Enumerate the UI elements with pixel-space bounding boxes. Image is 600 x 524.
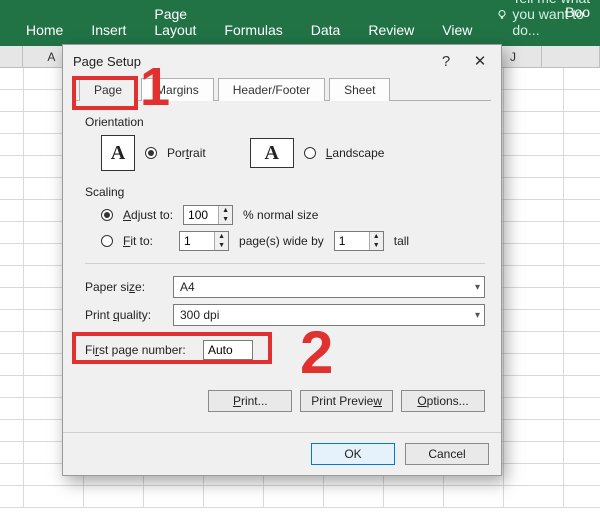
tab-headerfooter[interactable]: Header/Footer [218, 78, 325, 101]
fit-mid-label: page(s) wide by [239, 234, 324, 248]
tab-panel-page: Orientation A Portrait A Landscape Scali… [73, 100, 491, 418]
ribbon-tab-data[interactable]: Data [297, 16, 355, 46]
fit-tall-input[interactable] [335, 232, 369, 250]
fit-to-label: Fit to: [123, 234, 153, 248]
first-page-label: First page number: [85, 343, 195, 357]
portrait-icon: A [101, 135, 135, 171]
ribbon-tab-review[interactable]: Review [354, 16, 428, 46]
tab-page[interactable]: Page [79, 78, 137, 101]
scaling-label: Scaling [85, 185, 485, 199]
paper-size-label: Paper size: [85, 280, 165, 294]
paper-size-select[interactable]: A4 ▾ [173, 276, 485, 298]
fit-wide-input[interactable] [180, 232, 214, 250]
dialog-tabs: Page Margins Header/Footer Sheet [73, 77, 491, 100]
fit-wide-spinner[interactable]: ▲▼ [179, 231, 229, 251]
fit-tall-spinner[interactable]: ▲▼ [334, 231, 384, 251]
spinner-up-icon[interactable]: ▲ [215, 232, 228, 241]
print-button[interactable]: Print... [208, 390, 292, 412]
ribbon-tab-pagelayout[interactable]: Page Layout [140, 0, 210, 46]
tab-margins[interactable]: Margins [141, 78, 214, 101]
fit-suffix: tall [394, 234, 409, 248]
lightbulb-icon [496, 8, 508, 20]
print-quality-label: Print quality: [85, 308, 165, 322]
landscape-radio[interactable] [304, 147, 316, 159]
paper-size-value: A4 [180, 280, 195, 294]
help-button[interactable]: ? [429, 47, 463, 75]
spinner-up-icon[interactable]: ▲ [219, 206, 232, 215]
chevron-down-icon: ▾ [475, 282, 480, 293]
spinner-up-icon[interactable]: ▲ [370, 232, 383, 241]
spinner-down-icon[interactable]: ▼ [215, 241, 228, 250]
adjust-suffix: % normal size [243, 208, 318, 222]
tab-sheet[interactable]: Sheet [329, 78, 390, 101]
first-page-input[interactable] [203, 340, 253, 360]
landscape-icon: A [250, 138, 294, 168]
print-quality-value: 300 dpi [180, 308, 219, 322]
page-setup-dialog: Page Setup ? ✕ Page Margins Header/Foote… [62, 44, 502, 476]
adjust-to-radio[interactable] [101, 209, 113, 221]
portrait-radio[interactable] [145, 147, 157, 159]
ribbon-tab-view[interactable]: View [428, 16, 486, 46]
chevron-down-icon: ▾ [475, 310, 480, 321]
dialog-footer: OK Cancel [63, 432, 501, 475]
adjust-to-label: Adjust to: [123, 208, 173, 222]
titlebar-text: Boo [565, 4, 590, 20]
orientation-label: Orientation [85, 115, 485, 129]
spinner-down-icon[interactable]: ▼ [370, 241, 383, 250]
options-button[interactable]: Options... [401, 390, 485, 412]
ribbon-tab-insert[interactable]: Insert [77, 16, 140, 46]
cancel-button[interactable]: Cancel [405, 443, 489, 465]
ribbon-tab-formulas[interactable]: Formulas [210, 16, 296, 46]
close-button[interactable]: ✕ [463, 47, 497, 75]
ribbon-tab-home[interactable]: Home [12, 16, 77, 46]
dialog-title: Page Setup [73, 54, 141, 69]
ok-button[interactable]: OK [311, 443, 395, 465]
spinner-down-icon[interactable]: ▼ [219, 215, 232, 224]
landscape-radio-label: Landscape [326, 146, 385, 160]
adjust-percent-spinner[interactable]: ▲▼ [183, 205, 233, 225]
portrait-radio-label: Portrait [167, 146, 206, 160]
print-preview-button[interactable]: Print Preview [300, 390, 393, 412]
adjust-percent-input[interactable] [184, 206, 218, 224]
print-quality-select[interactable]: 300 dpi ▾ [173, 304, 485, 326]
dialog-titlebar: Page Setup ? ✕ [63, 45, 501, 77]
fit-to-radio[interactable] [101, 235, 113, 247]
ribbon-tabs-bar: Home Insert Page Layout Formulas Data Re… [0, 0, 600, 46]
